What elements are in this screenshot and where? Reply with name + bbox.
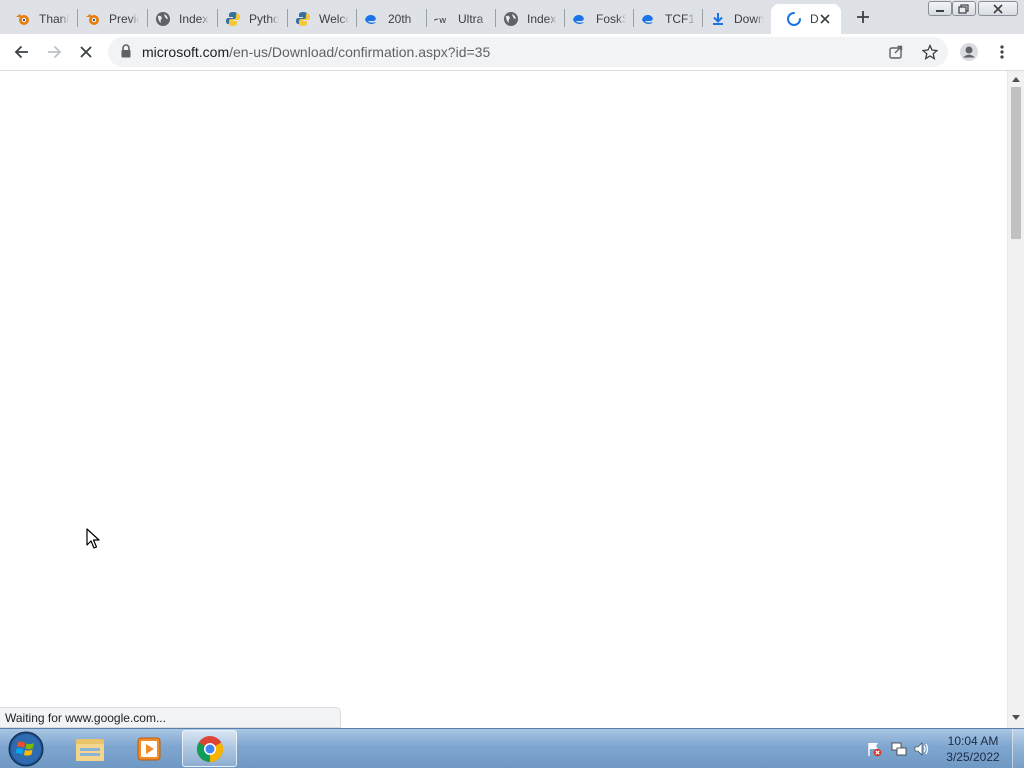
download-icon — [710, 11, 726, 27]
url-host: microsoft.com — [142, 44, 230, 60]
tab-label: Previe — [109, 12, 139, 26]
tab-label: Index — [527, 12, 557, 26]
close-tab-icon[interactable] — [817, 11, 833, 27]
status-bubble: Waiting for www.google.com... — [0, 707, 341, 728]
file-explorer-taskbar-icon[interactable] — [62, 730, 117, 767]
tab-5[interactable]: 20th — [349, 4, 424, 34]
mouse-cursor-icon — [86, 528, 102, 555]
menu-kebab-icon[interactable] — [988, 38, 1016, 66]
tab-label: Thank — [39, 12, 69, 26]
tab-label: Ultra — [458, 12, 484, 26]
media-player-taskbar-icon[interactable] — [121, 730, 176, 767]
windows-taskbar: 10:04 AM 3/25/2022 — [0, 728, 1024, 769]
edge-icon — [641, 11, 657, 27]
svg-text:w: w — [439, 16, 446, 26]
system-clock[interactable]: 10:04 AM 3/25/2022 — [940, 733, 1006, 765]
tab-4[interactable]: Welco — [280, 4, 355, 34]
tab-label: Welco — [319, 12, 349, 26]
lock-icon[interactable] — [120, 44, 132, 64]
tab-3[interactable]: Pytho — [210, 4, 285, 34]
globe-icon — [155, 11, 171, 27]
tab-label: FoskS — [596, 12, 626, 26]
volume-speaker-icon[interactable] — [914, 741, 930, 757]
edge-icon — [364, 11, 380, 27]
tab-label: Down — [734, 12, 764, 26]
address-bar[interactable]: microsoft.com/en-us/Download/confirmatio… — [108, 37, 948, 67]
chrome-taskbar-icon[interactable] — [182, 730, 237, 767]
scroll-up-arrow-icon[interactable] — [1011, 74, 1021, 84]
edge-icon — [572, 11, 588, 27]
back-arrow-icon[interactable] — [8, 38, 36, 66]
profile-avatar-icon[interactable] — [955, 38, 983, 66]
blender-icon — [85, 11, 101, 27]
vertical-scrollbar[interactable] — [1007, 71, 1024, 728]
browser-toolbar: microsoft.com/en-us/Download/confirmatio… — [0, 34, 1024, 71]
tab-label: TCF1 — [665, 12, 695, 26]
tab-label: 20th — [388, 12, 412, 26]
tab-9[interactable]: TCF1 — [626, 4, 701, 34]
clock-date: 3/25/2022 — [946, 750, 1000, 764]
page-content — [0, 71, 1007, 728]
tab-label: Pytho — [249, 12, 279, 26]
show-desktop-button[interactable] — [1012, 729, 1024, 769]
tab-2[interactable]: Index — [140, 4, 215, 34]
tab-label: Index — [179, 12, 209, 26]
tab-1[interactable]: Previe — [70, 4, 145, 34]
bookmark-star-icon[interactable] — [921, 43, 939, 65]
new-tab-plus-icon[interactable] — [853, 7, 873, 27]
tab-0[interactable]: Thank — [0, 4, 75, 34]
tab-strip: Thank Previe Index Pytho Welco 20th — [0, 0, 1024, 34]
minimize-button[interactable] — [928, 1, 952, 16]
tab-8[interactable]: FoskS — [557, 4, 632, 34]
url-path: /en-us/Download/confirmation.aspx?id=35 — [229, 44, 491, 60]
tab-11-active[interactable]: D — [771, 4, 841, 34]
blender-icon — [15, 11, 31, 27]
loading-spinner-icon — [786, 11, 802, 27]
globe-icon — [503, 11, 519, 27]
network-icon[interactable] — [891, 741, 907, 757]
python-icon — [225, 11, 241, 27]
share-icon[interactable] — [888, 44, 904, 65]
action-center-flag-icon[interactable] — [866, 741, 882, 757]
tab-7[interactable]: Index — [488, 4, 563, 34]
clock-time: 10:04 AM — [947, 734, 999, 748]
tab-6[interactable]: w Ultra — [419, 4, 494, 34]
scroll-down-arrow-icon[interactable] — [1011, 713, 1021, 723]
tab-10[interactable]: Down — [695, 4, 770, 34]
start-button-windows-logo-icon[interactable] — [6, 730, 46, 768]
w-icon: w — [434, 11, 450, 27]
python-icon — [295, 11, 311, 27]
url-text: microsoft.com/en-us/Download/confirmatio… — [142, 44, 490, 60]
scrollbar-thumb[interactable] — [1011, 87, 1021, 239]
forward-arrow-icon[interactable] — [40, 38, 68, 66]
close-window-button[interactable] — [978, 1, 1018, 16]
restore-button[interactable] — [952, 1, 976, 16]
stop-loading-icon[interactable] — [72, 38, 100, 66]
